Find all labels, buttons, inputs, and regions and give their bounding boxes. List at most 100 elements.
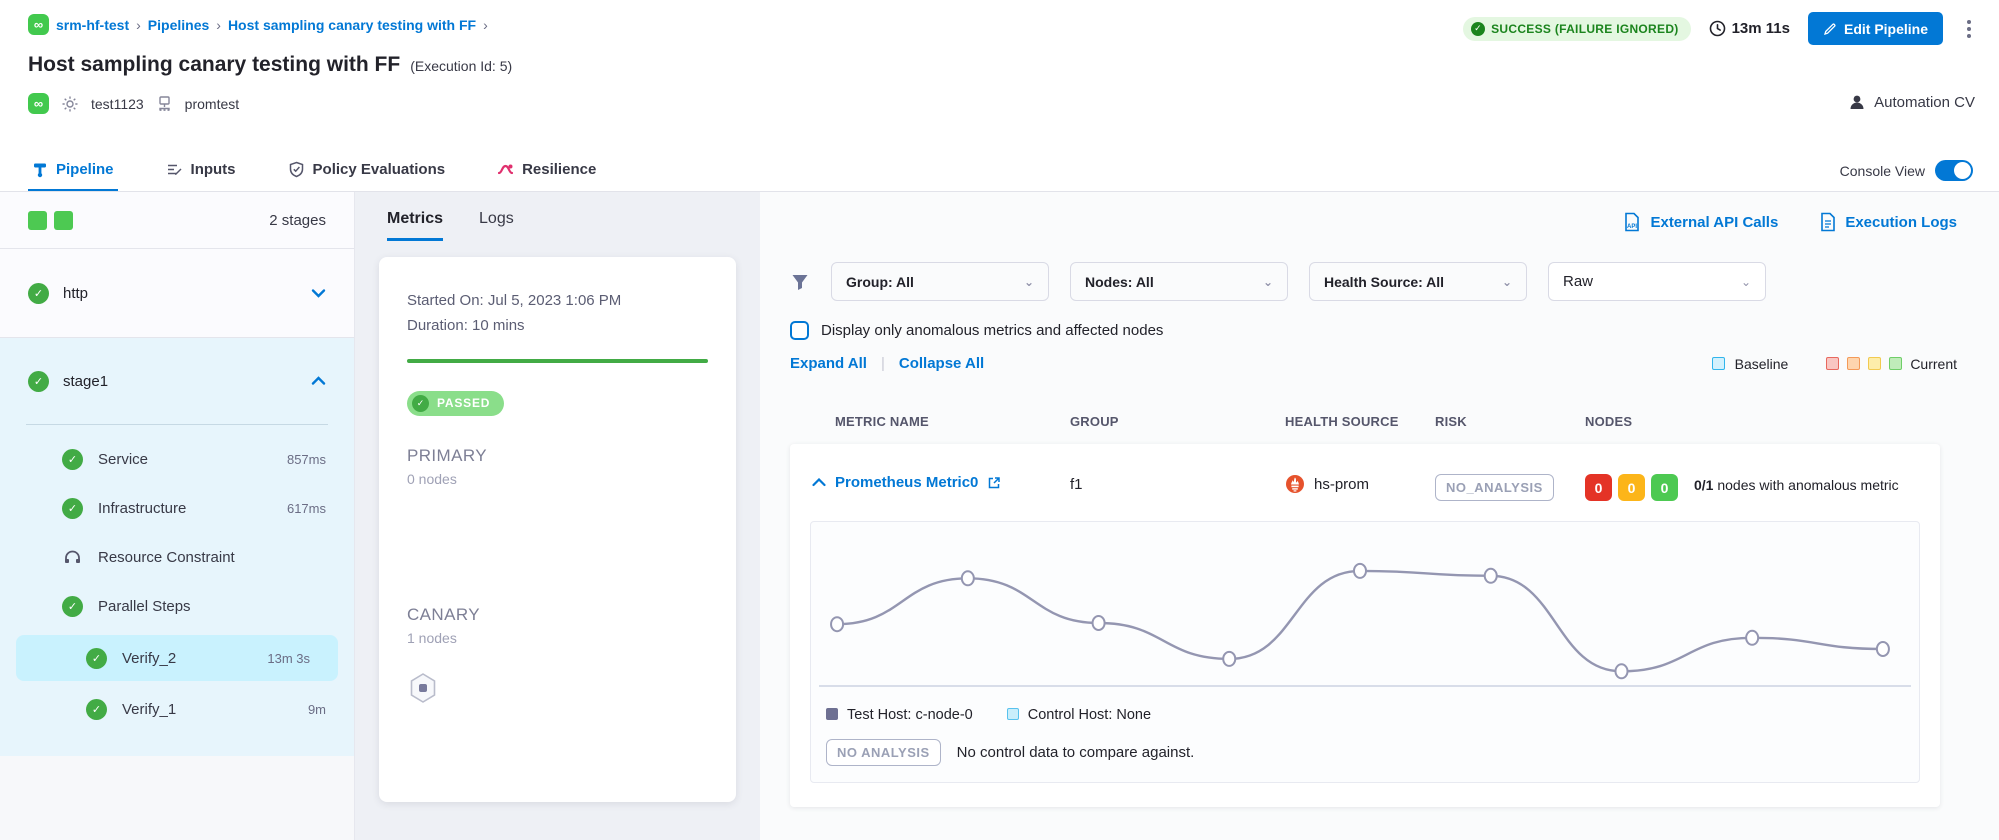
filter-icon[interactable] bbox=[790, 272, 810, 292]
execution-logs-label: Execution Logs bbox=[1845, 214, 1957, 231]
tab-policy-evaluations[interactable]: Policy Evaluations bbox=[284, 150, 450, 191]
sidebar-step-verify2[interactable]: ✓ Verify_2 13m 3s bbox=[16, 635, 338, 681]
stage-http-label: http bbox=[63, 285, 88, 302]
canary-node-hexagon-icon[interactable] bbox=[407, 672, 439, 704]
canary-label: CANARY bbox=[407, 605, 708, 625]
chevron-up-icon[interactable] bbox=[812, 478, 826, 487]
breadcrumb-separator: › bbox=[136, 17, 141, 33]
page-title: Host sampling canary testing with FF bbox=[28, 53, 400, 77]
stage1-section: ✓ stage1 ✓ Service 857ms ✓ Infrastructur… bbox=[0, 338, 354, 756]
step-label: Resource Constraint bbox=[98, 549, 235, 566]
check-icon: ✓ bbox=[412, 395, 429, 412]
step-duration: 857ms bbox=[287, 452, 326, 467]
duration: Duration: 10 mins bbox=[407, 314, 708, 339]
elapsed-label: 13m 11s bbox=[1732, 20, 1790, 37]
stage-count: 2 stages bbox=[269, 212, 326, 229]
execution-logs-link[interactable]: Execution Logs bbox=[1820, 212, 1957, 232]
svg-text:API: API bbox=[1627, 224, 1637, 230]
baseline-swatch bbox=[1712, 357, 1725, 370]
resilience-icon bbox=[497, 161, 514, 178]
chart-legend: Baseline Current bbox=[1712, 356, 1971, 372]
external-api-calls-link[interactable]: API External API Calls bbox=[1623, 212, 1778, 232]
sidebar-stage-stage1[interactable]: ✓ stage1 bbox=[0, 338, 354, 424]
sidebar-step-resource-constraint[interactable]: Resource Constraint bbox=[0, 533, 354, 582]
data-mode-dropdown[interactable]: Raw⌄ bbox=[1548, 262, 1766, 301]
server-icon bbox=[156, 95, 173, 112]
control-host-swatch bbox=[1007, 708, 1019, 720]
metric-name-link[interactable]: Prometheus Metric0 bbox=[835, 474, 978, 491]
service-name[interactable]: test1123 bbox=[91, 96, 144, 112]
tab-logs[interactable]: Logs bbox=[479, 210, 514, 241]
stage-square-icon bbox=[54, 211, 73, 230]
col-group: GROUP bbox=[1070, 414, 1285, 429]
sidebar-step-service[interactable]: ✓ Service 857ms bbox=[0, 435, 354, 484]
tab-pipeline[interactable]: Pipeline bbox=[28, 150, 118, 191]
success-check-icon: ✓ bbox=[62, 596, 83, 617]
shield-check-icon bbox=[288, 161, 305, 178]
clock-icon bbox=[1709, 20, 1726, 37]
col-health-source: HEALTH SOURCE bbox=[1285, 414, 1435, 429]
chevron-down-icon: ⌄ bbox=[1263, 275, 1273, 289]
success-check-icon: ✓ bbox=[86, 699, 107, 720]
tab-metrics[interactable]: Metrics bbox=[387, 210, 443, 241]
breadcrumb-project[interactable]: srm-hf-test bbox=[56, 17, 129, 33]
current-orange-swatch bbox=[1847, 357, 1860, 370]
breadcrumb-pipelines[interactable]: Pipelines bbox=[148, 17, 209, 33]
execution-id: (Execution Id: 5) bbox=[410, 58, 512, 74]
console-view-toggle[interactable] bbox=[1935, 160, 1973, 181]
api-doc-icon: API bbox=[1623, 212, 1641, 232]
success-check-icon: ✓ bbox=[62, 498, 83, 519]
tab-pipeline-label: Pipeline bbox=[56, 161, 114, 178]
expand-all-link[interactable]: Expand All bbox=[790, 355, 867, 372]
health-source-cell: hs-prom bbox=[1285, 474, 1435, 494]
chevron-up-icon[interactable] bbox=[311, 376, 326, 386]
test-host-swatch bbox=[826, 708, 838, 720]
external-link-icon[interactable] bbox=[987, 476, 1001, 490]
sidebar-step-parallel-steps[interactable]: ✓ Parallel Steps bbox=[0, 582, 354, 631]
metric-sparkline-chart[interactable] bbox=[811, 530, 1919, 705]
test-host-entry: Test Host: c-node-0 bbox=[826, 707, 973, 723]
col-metric-name: METRIC NAME bbox=[812, 414, 1070, 429]
chevron-down-icon: ⌄ bbox=[1502, 275, 1512, 289]
no-analysis-message: No control data to compare against. bbox=[957, 744, 1195, 761]
col-nodes: NODES bbox=[1585, 414, 1940, 429]
tab-resilience[interactable]: Resilience bbox=[493, 150, 600, 191]
red-node-count-badge: 0 bbox=[1585, 474, 1612, 501]
metric-name-cell[interactable]: Prometheus Metric0 bbox=[812, 474, 1070, 491]
data-mode-value: Raw bbox=[1563, 273, 1593, 290]
artifact-name[interactable]: promtest bbox=[185, 96, 239, 112]
nodes-filter-dropdown[interactable]: Nodes: All⌄ bbox=[1070, 262, 1288, 301]
analysis-row: NO ANALYSIS No control data to compare a… bbox=[811, 739, 1919, 766]
control-host-entry: Control Host: None bbox=[1007, 707, 1151, 723]
console-view-label: Console View bbox=[1840, 163, 1925, 179]
tab-inputs[interactable]: Inputs bbox=[162, 150, 240, 191]
anomalous-only-checkbox[interactable] bbox=[790, 321, 809, 340]
main-tabbar: Pipeline Inputs Policy Evaluations Resil… bbox=[0, 150, 1999, 192]
group-filter-value: Group: All bbox=[846, 274, 914, 290]
health-source-filter-dropdown[interactable]: Health Source: All⌄ bbox=[1309, 262, 1527, 301]
edit-pipeline-button[interactable]: Edit Pipeline bbox=[1808, 12, 1943, 45]
group-filter-dropdown[interactable]: Group: All ⌄ bbox=[831, 262, 1049, 301]
baseline-label: Baseline bbox=[1735, 356, 1789, 372]
tab-policy-evaluations-label: Policy Evaluations bbox=[313, 161, 446, 178]
chevron-down-icon: ⌄ bbox=[1024, 275, 1034, 289]
stage-summary: 2 stages bbox=[0, 192, 354, 249]
elapsed-time: 13m 11s bbox=[1709, 20, 1790, 37]
sidebar-stage-http[interactable]: ✓ http bbox=[0, 249, 354, 338]
gear-icon bbox=[61, 95, 79, 113]
chevron-down-icon[interactable] bbox=[311, 288, 326, 298]
sidebar-step-infrastructure[interactable]: ✓ Infrastructure 617ms bbox=[0, 484, 354, 533]
pencil-icon bbox=[1823, 22, 1837, 36]
breadcrumb-pipeline-name[interactable]: Host sampling canary testing with FF bbox=[228, 17, 476, 33]
step-label: Verify_1 bbox=[122, 701, 176, 718]
pipeline-icon bbox=[32, 162, 48, 178]
success-check-icon: ✓ bbox=[62, 449, 83, 470]
step-duration: 617ms bbox=[287, 501, 326, 516]
more-options-button[interactable] bbox=[1961, 14, 1977, 44]
host-legend: Test Host: c-node-0 Control Host: None bbox=[811, 707, 1919, 723]
success-check-icon: ✓ bbox=[28, 283, 49, 304]
harness-service-icon: ∞ bbox=[28, 93, 49, 114]
execution-sidebar: 2 stages ✓ http ✓ stage1 ✓ Service 857ms bbox=[0, 192, 355, 840]
sidebar-step-verify1[interactable]: ✓ Verify_1 9m bbox=[0, 685, 354, 734]
collapse-all-link[interactable]: Collapse All bbox=[899, 355, 984, 372]
